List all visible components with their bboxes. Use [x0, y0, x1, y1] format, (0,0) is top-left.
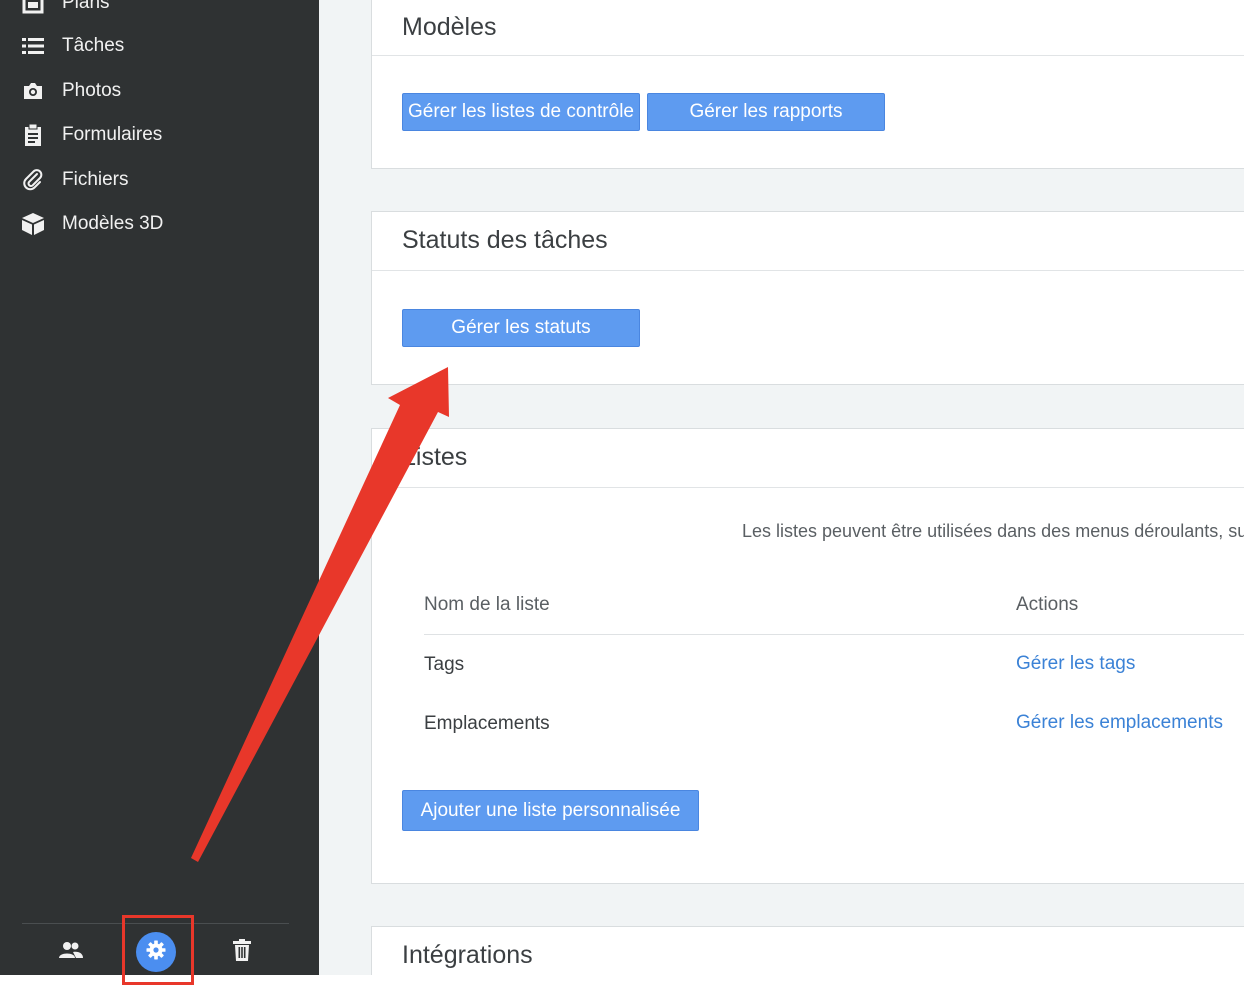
integrations-title: Intégrations	[402, 941, 533, 969]
card-header: Listes	[372, 429, 1244, 488]
paperclip-icon	[20, 167, 46, 193]
sidebar-item-taches[interactable]: Tâches	[0, 26, 319, 66]
card-header: Statuts des tâches	[372, 212, 1244, 271]
cube-icon	[20, 211, 46, 237]
manage-checklists-button[interactable]: Gérer les listes de contrôle	[402, 93, 640, 131]
sidebar-item-label: Photos	[62, 80, 122, 101]
annotation-highlight-box	[122, 915, 194, 985]
manage-statuses-button[interactable]: Gérer les statuts	[402, 309, 640, 347]
task-statuses-card: Statuts des tâches Gérer les statuts	[371, 211, 1244, 385]
card-header: Modèles	[372, 0, 1244, 56]
column-header-name: Nom de la liste	[424, 594, 550, 615]
sidebar-item-modeles-3d[interactable]: Modèles 3D	[0, 204, 319, 244]
lists-title: Listes	[402, 443, 468, 471]
list-name: Emplacements	[424, 713, 550, 734]
sidebar-item-fichiers[interactable]: Fichiers	[0, 160, 319, 200]
modeles-title: Modèles	[402, 13, 497, 41]
sidebar-item-photos[interactable]: Photos	[0, 71, 319, 111]
task-statuses-title: Statuts des tâches	[402, 226, 608, 254]
column-header-actions: Actions	[1016, 594, 1079, 615]
list-icon	[20, 33, 46, 59]
table-header-divider	[424, 634, 1244, 635]
lists-description: Les listes peuvent être utilisées dans d…	[742, 521, 1244, 541]
sidebar-item-label: Modèles 3D	[62, 213, 164, 234]
users-icon	[59, 941, 83, 964]
users-button[interactable]	[49, 930, 93, 974]
trash-button[interactable]	[220, 930, 264, 974]
clipboard-icon	[20, 122, 46, 148]
sidebar-item-label: Formulaires	[62, 124, 163, 145]
sidebar-item-plans[interactable]: Plans	[0, 0, 319, 23]
lists-card: Listes Les listes peuvent être utilisées…	[371, 428, 1244, 884]
sidebar-item-label: Fichiers	[62, 169, 129, 190]
sidebar: Plans Tâches Photos Formulaires Fichiers…	[0, 0, 319, 975]
list-name: Tags	[424, 654, 465, 675]
manage-locations-link[interactable]: Gérer les emplacements	[1016, 712, 1223, 734]
plans-icon	[20, 0, 46, 16]
add-custom-list-button[interactable]: Ajouter une liste personnalisée	[402, 790, 699, 831]
main-content: Modèles Gérer les listes de contrôle Gér…	[319, 0, 1244, 975]
sidebar-item-label: Plans	[62, 0, 110, 13]
manage-reports-button[interactable]: Gérer les rapports	[647, 93, 885, 131]
sidebar-item-label: Tâches	[62, 35, 125, 56]
integrations-card: Intégrations	[371, 926, 1244, 975]
trash-icon	[233, 938, 251, 966]
manage-tags-link[interactable]: Gérer les tags	[1016, 653, 1135, 675]
sidebar-item-formulaires[interactable]: Formulaires	[0, 115, 319, 155]
camera-icon	[20, 78, 46, 104]
modeles-card: Modèles Gérer les listes de contrôle Gér…	[371, 0, 1244, 169]
